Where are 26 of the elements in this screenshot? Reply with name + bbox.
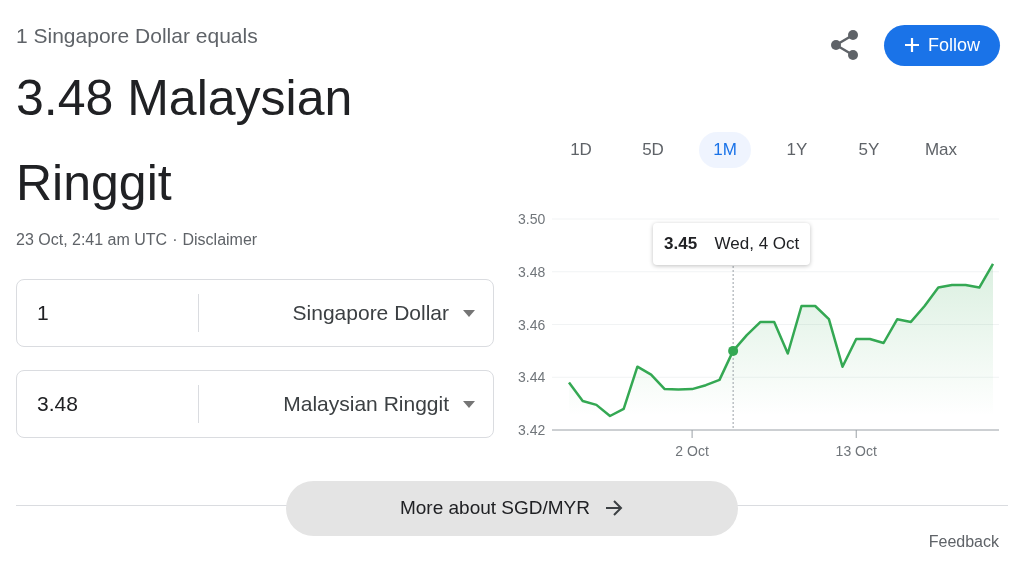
y-axis-label: 3.48 bbox=[518, 263, 546, 280]
range-tab[interactable]: 5D bbox=[627, 132, 679, 168]
x-axis-label: 2 Oct bbox=[675, 443, 709, 459]
range-tab[interactable]: 1Y bbox=[771, 132, 823, 168]
currency-dropdown[interactable]: Malaysian Ringgit bbox=[199, 371, 493, 437]
amount-field[interactable]: 1 bbox=[17, 297, 198, 329]
range-tab[interactable]: 5Y bbox=[843, 132, 895, 168]
feedback-link[interactable]: Feedback bbox=[928, 530, 999, 554]
y-axis-label: 3.46 bbox=[518, 316, 546, 333]
chart-tooltip: 3.45 Wed, 4 Oct bbox=[653, 223, 811, 265]
more-about-button[interactable]: More about SGD/MYR bbox=[286, 480, 738, 536]
subtitle: 1 Singapore Dollar equals bbox=[16, 23, 258, 49]
y-axis-label: 3.44 bbox=[518, 369, 546, 386]
disclaimer-link[interactable]: Disclaimer bbox=[182, 228, 258, 252]
separator: · bbox=[172, 230, 178, 250]
range-tab[interactable]: Max bbox=[915, 132, 967, 168]
range-tab[interactable]: 1M bbox=[699, 132, 751, 168]
x-axis-label: 13 Oct bbox=[835, 443, 877, 459]
currency-dropdown[interactable]: Singapore Dollar bbox=[199, 280, 493, 346]
follow-button[interactable]: Follow bbox=[884, 24, 1000, 66]
y-axis-label: 3.50 bbox=[518, 211, 546, 227]
conversion-result: 3.48 Malaysian Ringgit bbox=[16, 69, 354, 213]
timestamp: 23 Oct, 2:41 am UTC bbox=[16, 230, 168, 250]
amount-field[interactable]: 3.48 bbox=[17, 388, 198, 420]
range-tab[interactable]: 1D bbox=[555, 132, 607, 168]
y-axis-label: 3.42 bbox=[518, 422, 546, 438]
